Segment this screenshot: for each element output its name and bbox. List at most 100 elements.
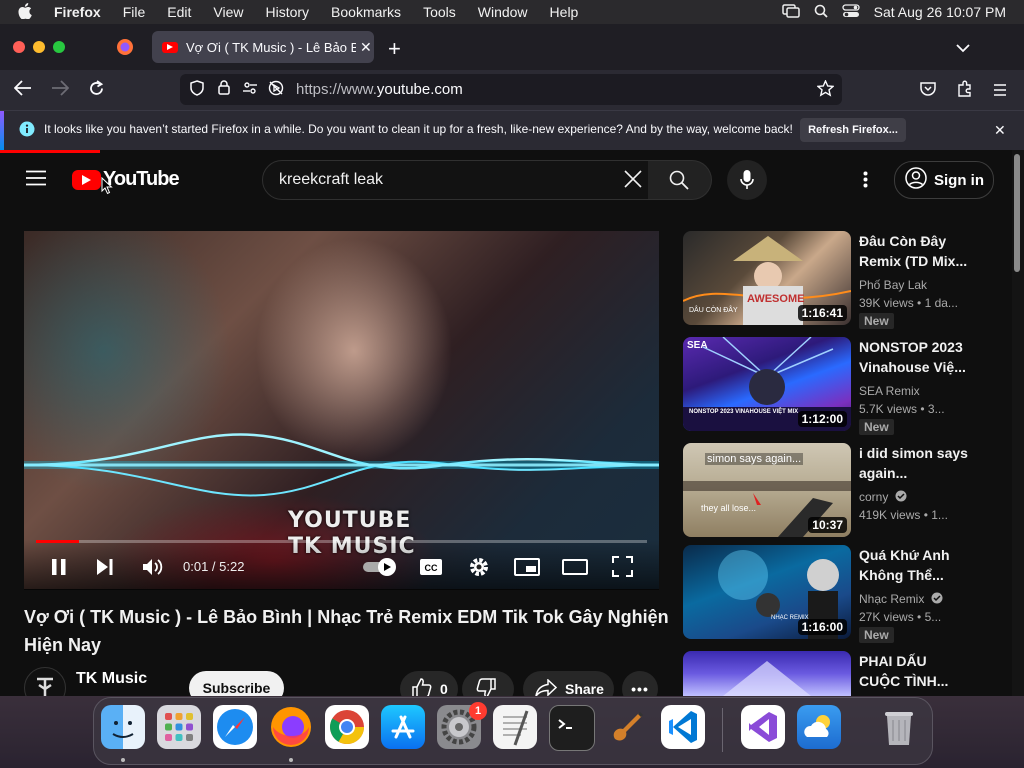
dock-firefox-icon[interactable] [269, 705, 313, 749]
volume-icon[interactable] [142, 557, 164, 582]
voice-search-button[interactable] [727, 160, 767, 200]
recommended-title[interactable]: NONSTOP 2023 Vinahouse Việ... [859, 337, 1009, 377]
dock-running-indicator [121, 758, 125, 762]
info-icon [19, 121, 35, 142]
seek-bar[interactable] [36, 540, 647, 543]
tab-close-icon[interactable]: ✕ [360, 39, 372, 56]
verified-icon [931, 592, 943, 607]
recommended-thumbnail[interactable]: AWESOME DÂU CÒN ĐÂY 1:16:41 [683, 231, 851, 325]
dock-trash-icon[interactable] [877, 705, 921, 749]
menu-view[interactable]: View [202, 4, 254, 20]
dock-garageband-icon[interactable] [605, 705, 649, 749]
screen-mirror-icon[interactable] [781, 3, 800, 21]
dock-launchpad-icon[interactable] [157, 705, 201, 749]
search-input[interactable]: kreekcraft leak [279, 171, 383, 189]
clear-search-icon[interactable] [623, 169, 643, 194]
search-button[interactable] [648, 160, 712, 200]
back-button[interactable] [13, 80, 32, 101]
dock-safari-icon[interactable] [213, 705, 257, 749]
recommended-title[interactable]: Đâu Còn Đây Remix (TD Mix... [859, 231, 1009, 271]
refresh-firefox-button[interactable]: Refresh Firefox... [800, 118, 906, 142]
tab-active[interactable]: Vợ Ơi ( TK Music ) - Lê Bảo Bình ✕ [152, 31, 374, 63]
recommended-views: 27K views [859, 610, 914, 624]
autoplay-blocked-icon[interactable] [268, 80, 284, 100]
captions-icon[interactable]: CC [419, 558, 443, 581]
forward-button[interactable] [51, 80, 70, 101]
recommended-thumbnail[interactable]: NHẠC REMIX 1:16:00 [683, 545, 851, 639]
search-box[interactable]: kreekcraft leak [262, 160, 650, 200]
miniplayer-icon[interactable] [514, 558, 540, 581]
menu-edit[interactable]: Edit [156, 4, 202, 20]
guide-menu-icon[interactable] [26, 170, 46, 191]
firefox-view-icon[interactable] [116, 38, 134, 61]
permissions-icon[interactable] [242, 81, 258, 99]
apple-menu-icon[interactable] [0, 2, 43, 22]
dock-textedit-icon[interactable] [493, 705, 537, 749]
dock-visual-studio-icon[interactable] [741, 705, 785, 749]
sign-in-label: Sign in [934, 171, 984, 189]
notification-close-icon[interactable]: ✕ [994, 122, 1006, 139]
recommended-title[interactable]: i did simon says again... [859, 443, 1009, 483]
app-menu-icon[interactable] [993, 83, 1007, 101]
spotlight-icon[interactable] [814, 4, 828, 21]
menu-tools[interactable]: Tools [412, 4, 467, 20]
recommended-title-line-2: Remix (TD Mix... [859, 253, 968, 269]
mouse-cursor-icon [101, 176, 113, 200]
recommended-title-line-2: again... [859, 465, 908, 481]
control-center-icon[interactable] [842, 3, 860, 21]
recommended-channel[interactable]: Phố Bay Lak [859, 278, 927, 292]
settings-gear-icon[interactable] [468, 556, 490, 583]
theater-mode-icon[interactable] [562, 559, 588, 580]
bookmark-star-icon[interactable] [816, 79, 835, 101]
channel-name[interactable]: TK Music [76, 670, 147, 688]
new-tab-button[interactable]: + [388, 36, 401, 62]
tracking-shield-icon[interactable] [190, 79, 204, 100]
menu-bookmarks[interactable]: Bookmarks [320, 4, 412, 20]
video-duration: 1:16:41 [797, 305, 847, 321]
svg-text:CC: CC [425, 563, 438, 573]
recommended-channel[interactable]: corny [859, 490, 907, 505]
sign-in-button[interactable]: Sign in [894, 161, 994, 199]
recommended-views: 39K views [859, 296, 914, 310]
dock-weather-icon[interactable] [797, 705, 841, 749]
menu-app-name[interactable]: Firefox [43, 4, 112, 20]
youtube-logo[interactable]: YouTube [72, 168, 180, 191]
url-bar[interactable]: https://www.youtube.com [180, 74, 842, 105]
recommended-title[interactable]: Quá Khứ Anh Không Thể... [859, 545, 1009, 585]
menu-file[interactable]: File [112, 4, 157, 20]
close-window-button[interactable] [13, 41, 25, 53]
pocket-icon[interactable] [920, 81, 936, 101]
recommended-thumbnail[interactable]: simon says again... they all lose... 10:… [683, 443, 851, 537]
lock-icon[interactable] [218, 80, 230, 99]
dock-vscode-icon[interactable] [661, 705, 705, 749]
search-icon [669, 170, 689, 195]
tab-list-chevron-icon[interactable] [956, 40, 970, 58]
menu-history[interactable]: History [254, 4, 320, 20]
time-display: 0:01 / 5:22 [183, 559, 245, 574]
recommended-title-line-1: PHAI DẤU [859, 653, 927, 669]
recommended-channel[interactable]: SEA Remix [859, 384, 920, 398]
menu-window[interactable]: Window [467, 4, 539, 20]
recommended-thumbnail[interactable]: SEA NONSTOP 2023 VINAHOUSE VIỆT MIX 1:12… [683, 337, 851, 431]
pause-button[interactable] [50, 558, 68, 581]
recommended-channel-name: corny [859, 490, 889, 504]
scrollbar-thumb[interactable] [1014, 154, 1020, 272]
dock-app-store-icon[interactable] [381, 705, 425, 749]
zoom-window-button[interactable] [53, 41, 65, 53]
autoplay-toggle[interactable] [362, 557, 398, 582]
dock-terminal-icon[interactable] [549, 705, 595, 751]
reload-button[interactable] [88, 80, 105, 102]
extensions-icon[interactable] [956, 80, 973, 102]
minimize-window-button[interactable] [33, 41, 45, 53]
scrollbar[interactable] [1012, 150, 1024, 696]
settings-more-icon[interactable] [863, 171, 868, 193]
menu-clock[interactable]: Sat Aug 26 10:07 PM [874, 4, 1006, 20]
recommended-title[interactable]: PHAI DẤU CUỘC TÌNH... [859, 651, 1009, 691]
dock-finder-icon[interactable] [101, 705, 145, 749]
next-button[interactable] [96, 558, 114, 581]
fullscreen-icon[interactable] [612, 556, 633, 582]
recommended-thumbnail[interactable] [683, 651, 851, 696]
menu-help[interactable]: Help [539, 4, 590, 20]
dock-chrome-icon[interactable] [325, 705, 369, 749]
recommended-channel[interactable]: Nhạc Remix [859, 592, 943, 607]
